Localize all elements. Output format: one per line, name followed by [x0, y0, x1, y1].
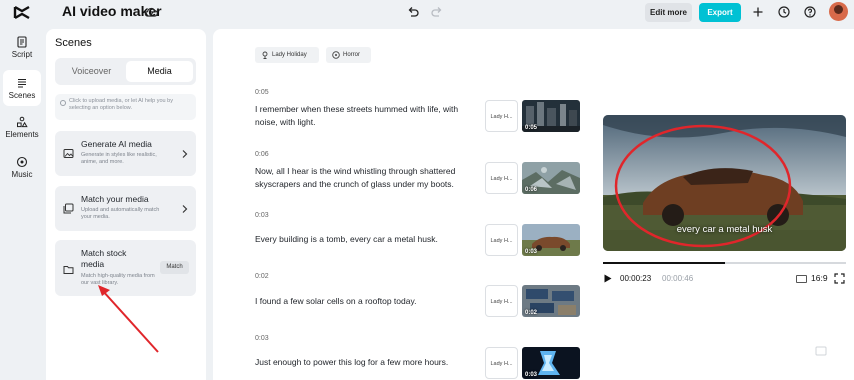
chevron-right-icon	[182, 150, 188, 158]
aspect-ratio-icon[interactable]	[796, 275, 807, 283]
subtitle-caption: every car a metal husk	[676, 224, 773, 235]
scene-voice-button[interactable]: Lady H...	[485, 224, 518, 256]
play-icon[interactable]	[603, 274, 612, 283]
scene-voice-button[interactable]: Lady H...	[485, 100, 518, 132]
scene-thumbnail[interactable]: 0:02	[522, 285, 580, 317]
rail-item-music[interactable]: Music	[3, 156, 41, 182]
rail-label-elements: Elements	[5, 130, 39, 139]
voice-tag-label: Lady Holiday	[272, 52, 307, 58]
voice-tag[interactable]: Lady Holiday	[255, 47, 319, 63]
plus-icon[interactable]	[751, 5, 765, 19]
chevron-right-icon	[182, 205, 188, 213]
scene-duration: 0:03	[255, 212, 269, 219]
style-icon	[332, 51, 340, 59]
redo-icon[interactable]	[430, 5, 444, 19]
user-avatar[interactable]	[829, 2, 848, 21]
scene-thumbnail[interactable]: 0:06	[522, 162, 580, 194]
upload-hint: Click to upload media, or let AI help yo…	[55, 94, 196, 120]
cloud-saved-icon[interactable]	[144, 5, 158, 19]
style-tag[interactable]: Horror	[326, 47, 371, 63]
music-icon	[16, 156, 28, 168]
scenes-icon	[18, 78, 26, 88]
panel-title: Scenes	[55, 37, 92, 49]
edit-more-button[interactable]: Edit more	[645, 3, 692, 22]
folder-icon	[63, 266, 74, 274]
scene-voice-button[interactable]: Lady H...	[485, 285, 518, 317]
media-library-icon	[63, 203, 74, 214]
scene-duration: 0:05	[255, 89, 269, 96]
scene-duration: 0:06	[255, 151, 269, 158]
help-icon[interactable]	[803, 5, 817, 19]
progress-fill	[603, 262, 725, 264]
rail-label-script: Script	[11, 50, 33, 59]
current-time: 00:00:23	[620, 274, 652, 283]
top-bar: AI video maker Edit more Export	[0, 0, 854, 25]
aspect-ratio-label[interactable]: 16:9	[811, 273, 828, 283]
scene-duration: 0:02	[255, 273, 269, 280]
thumb-duration: 0:02	[525, 310, 538, 316]
thumb-duration: 0:03	[525, 372, 538, 378]
card-desc: Upload and automatically match your medi…	[81, 207, 160, 220]
scene-script-text[interactable]: I remember when these streets hummed wit…	[255, 103, 477, 129]
card-title: Match stock media	[81, 248, 127, 269]
scene-script-text[interactable]: Just enough to power this log for a few …	[255, 356, 477, 369]
thumb-duration: 0:03	[525, 249, 538, 255]
scene-duration: 0:03	[255, 335, 269, 342]
export-button[interactable]: Export	[699, 3, 741, 22]
rail-label-music: Music	[11, 170, 33, 179]
video-preview[interactable]: every car a metal husk	[603, 115, 846, 251]
annotation-arrow-icon	[98, 285, 159, 353]
rail-item-scenes[interactable]: Scenes	[3, 70, 41, 106]
match-your-media-card[interactable]: Match your media Upload and automaticall…	[55, 186, 196, 231]
scene-script-text[interactable]: Every building is a tomb, every car a me…	[255, 233, 477, 246]
history-icon[interactable]	[777, 5, 791, 19]
generate-ai-media-card[interactable]: Generate AI media Generate in styles lik…	[55, 131, 196, 176]
media-tabs: Voiceover Media	[55, 58, 196, 85]
scene-script-text[interactable]: I found a few solar cells on a rooftop t…	[255, 295, 477, 308]
scene-thumbnail[interactable]: 0:03	[522, 224, 580, 256]
scene-script-text[interactable]: Now, all I hear is the wind whistling th…	[255, 165, 477, 191]
voice-icon	[262, 51, 268, 59]
style-tag-label: Horror	[343, 52, 361, 58]
ai-image-icon	[63, 149, 74, 158]
upload-hint-text: Click to upload media, or let AI help yo…	[69, 98, 173, 111]
card-desc: Generate in styles like realistic, anime…	[81, 152, 157, 165]
rail-item-elements[interactable]: Elements	[3, 116, 41, 142]
match-button[interactable]: Match	[160, 261, 189, 274]
scene-voice-button[interactable]: Lady H...	[485, 162, 518, 194]
playback-progress-bar[interactable]	[603, 262, 846, 264]
rail-label-scenes: Scenes	[8, 91, 36, 100]
thumb-duration: 0:05	[525, 125, 538, 131]
card-title: Generate AI media	[81, 139, 152, 149]
fullscreen-icon[interactable]	[834, 273, 845, 284]
scene-thumbnail[interactable]: 0:03	[522, 347, 580, 379]
tab-media[interactable]: Media	[126, 61, 193, 82]
tab-voiceover[interactable]: Voiceover	[58, 61, 125, 82]
scene-voice-button[interactable]: Lady H...	[485, 347, 518, 379]
rail-item-script[interactable]: Script	[3, 36, 41, 62]
total-time: 00:00:46	[662, 274, 694, 283]
info-icon	[60, 100, 66, 106]
elements-icon	[17, 116, 28, 128]
thumb-duration: 0:06	[525, 187, 538, 193]
undo-icon[interactable]	[406, 5, 420, 19]
capcut-logo-icon[interactable]	[13, 4, 31, 21]
expand-panel-icon[interactable]	[815, 346, 827, 356]
script-icon	[17, 36, 27, 48]
card-title: Match your media	[81, 194, 149, 204]
scene-thumbnail[interactable]: 0:05	[522, 100, 580, 132]
